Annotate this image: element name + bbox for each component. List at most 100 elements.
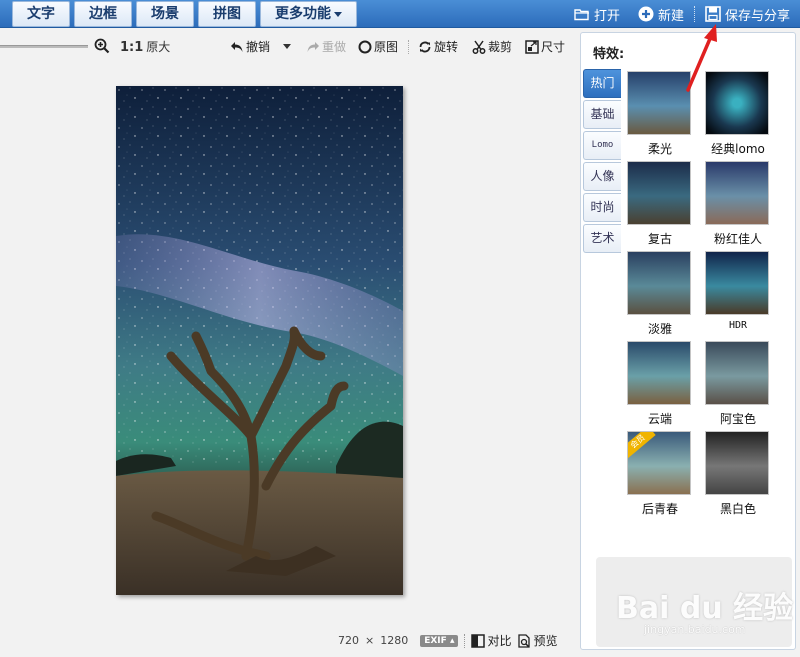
category-art[interactable]: 艺术 (583, 224, 621, 253)
undo-button[interactable]: 撤销 (230, 38, 270, 55)
chevron-down-icon (334, 11, 342, 17)
save-icon (705, 6, 721, 22)
effect-thumbnail (627, 161, 691, 225)
effect-thumbnail (705, 161, 769, 225)
tab-text[interactable]: 文字 (12, 1, 70, 27)
menu-tabs: 文字 边框 场景 拼图 更多功能 (0, 0, 361, 28)
tab-more-label: 更多功能 (275, 6, 331, 22)
undo-icon (230, 40, 244, 54)
resize-label: 尺寸 (541, 40, 566, 54)
effect-vintage[interactable]: 复古 (627, 161, 693, 247)
original-image-label: 原图 (374, 40, 399, 54)
canvas-photo[interactable] (116, 86, 403, 595)
preview-button[interactable]: 预览 (517, 632, 558, 649)
effect-abao-color[interactable]: 阿宝色 (705, 341, 771, 427)
divider (408, 40, 409, 54)
tab-collage[interactable]: 拼图 (198, 1, 256, 27)
effect-label: 后青春 (641, 502, 678, 516)
effect-pink-lady[interactable]: 粉红佳人 (705, 161, 771, 247)
baidu-watermark: Bai du 经验 jingyan.baidu.com (596, 557, 794, 647)
effect-thumbnail (705, 341, 769, 405)
exif-label: EXIF (424, 635, 447, 646)
effect-thumbnail (705, 431, 769, 495)
exif-button[interactable]: EXIF ▴ (420, 634, 459, 647)
category-lomo[interactable]: Lomo (583, 131, 621, 160)
plus-circle-icon (638, 6, 654, 22)
redo-button[interactable]: 重做 (306, 38, 346, 55)
effect-label-text: 经典lomo (711, 142, 765, 156)
effect-label: 黑白色 (719, 502, 756, 516)
effect-thumbnail (627, 341, 691, 405)
category-portrait[interactable]: 人像 (583, 162, 621, 191)
open-button[interactable]: 打开 (574, 5, 620, 24)
original-size-button[interactable]: 1:1 原大 (120, 38, 170, 55)
panel-title: 特效: (593, 47, 625, 62)
category-hot[interactable]: 热门 (583, 69, 621, 98)
rotate-button[interactable]: 旋转 (418, 38, 458, 55)
rotate-icon (418, 40, 432, 54)
effect-label: 阿宝色 (719, 412, 756, 426)
top-actions: 打开 新建 保存与分享 (574, 0, 790, 28)
divider (693, 6, 695, 22)
image-width: 720 (338, 634, 359, 647)
undo-dropdown-icon[interactable] (283, 44, 291, 49)
image-height: 1280 (380, 634, 409, 647)
compare-label: 对比 (487, 634, 512, 648)
redo-label: 重做 (322, 40, 347, 54)
circle-icon (358, 40, 372, 54)
effect-black-white[interactable]: 黑白色 (705, 431, 771, 517)
category-basic[interactable]: 基础 (583, 100, 621, 129)
new-button[interactable]: 新建 (638, 5, 684, 24)
crop-button[interactable]: 裁剪 (472, 38, 512, 55)
status-bar: 720 × 1280 EXIF ▴ 对比 预览 (338, 632, 558, 649)
compare-button[interactable]: 对比 (471, 632, 511, 649)
preview-icon (517, 633, 531, 648)
effect-post-youth[interactable]: 会员 后青春 (627, 431, 693, 517)
zoom-slider[interactable] (0, 45, 88, 48)
tab-scene[interactable]: 场景 (136, 1, 194, 27)
member-badge: 会员 (628, 432, 656, 459)
effect-elegant[interactable]: 淡雅 (627, 251, 693, 337)
night-sky-tree-image (116, 86, 403, 595)
original-size-label: 原大 (146, 40, 171, 54)
rotate-label: 旋转 (434, 40, 459, 54)
watermark-url: jingyan.baidu.com (644, 623, 746, 636)
effect-label: HDR (728, 320, 748, 331)
effect-thumbnail (705, 71, 769, 135)
tab-border[interactable]: 边框 (74, 1, 132, 27)
effect-label: 经典lomo (705, 140, 771, 157)
times-sign: × (365, 634, 375, 647)
watermark-text: Bai du 经验 (616, 591, 794, 626)
resize-icon (525, 39, 539, 54)
effect-thumbnail (627, 251, 691, 315)
zoom-in-icon[interactable] (94, 38, 110, 54)
effect-classic-lomo[interactable]: 经典lomo (705, 71, 771, 157)
new-label: 新建 (657, 8, 684, 24)
preview-label: 预览 (533, 634, 558, 648)
edit-toolbar: 1:1 原大 撤销 重做 原图 旋转 裁剪 尺寸 (0, 32, 575, 60)
effect-label: 淡雅 (647, 322, 672, 336)
effect-hdr[interactable]: HDR (705, 251, 771, 331)
one-to-one-label: 1:1 (120, 40, 144, 55)
effect-label: 柔光 (647, 142, 672, 156)
category-tabs: 热门 基础 Lomo 人像 时尚 艺术 (583, 69, 621, 255)
effect-cloud[interactable]: 云端 (627, 341, 693, 427)
effect-soft-light[interactable]: 柔光 (627, 71, 693, 157)
divider (464, 633, 466, 648)
scissors-icon (472, 40, 486, 54)
effect-label: 复古 (647, 232, 672, 246)
save-share-label: 保存与分享 (724, 8, 790, 24)
original-image-button[interactable]: 原图 (358, 38, 398, 55)
undo-label: 撤销 (246, 40, 271, 54)
category-fashion[interactable]: 时尚 (583, 193, 621, 222)
resize-button[interactable]: 尺寸 (525, 38, 565, 55)
tab-more-features[interactable]: 更多功能 (260, 1, 357, 27)
crop-label: 裁剪 (488, 40, 513, 54)
effect-thumbnail: 会员 (627, 431, 691, 495)
open-label: 打开 (593, 8, 620, 24)
save-share-button[interactable]: 保存与分享 (705, 5, 790, 24)
menu-bar: 文字 边框 场景 拼图 更多功能 打开 新建 保存与分享 (0, 0, 800, 28)
folder-icon (574, 6, 590, 22)
effect-thumbnail (705, 251, 769, 315)
redo-icon (306, 40, 320, 54)
